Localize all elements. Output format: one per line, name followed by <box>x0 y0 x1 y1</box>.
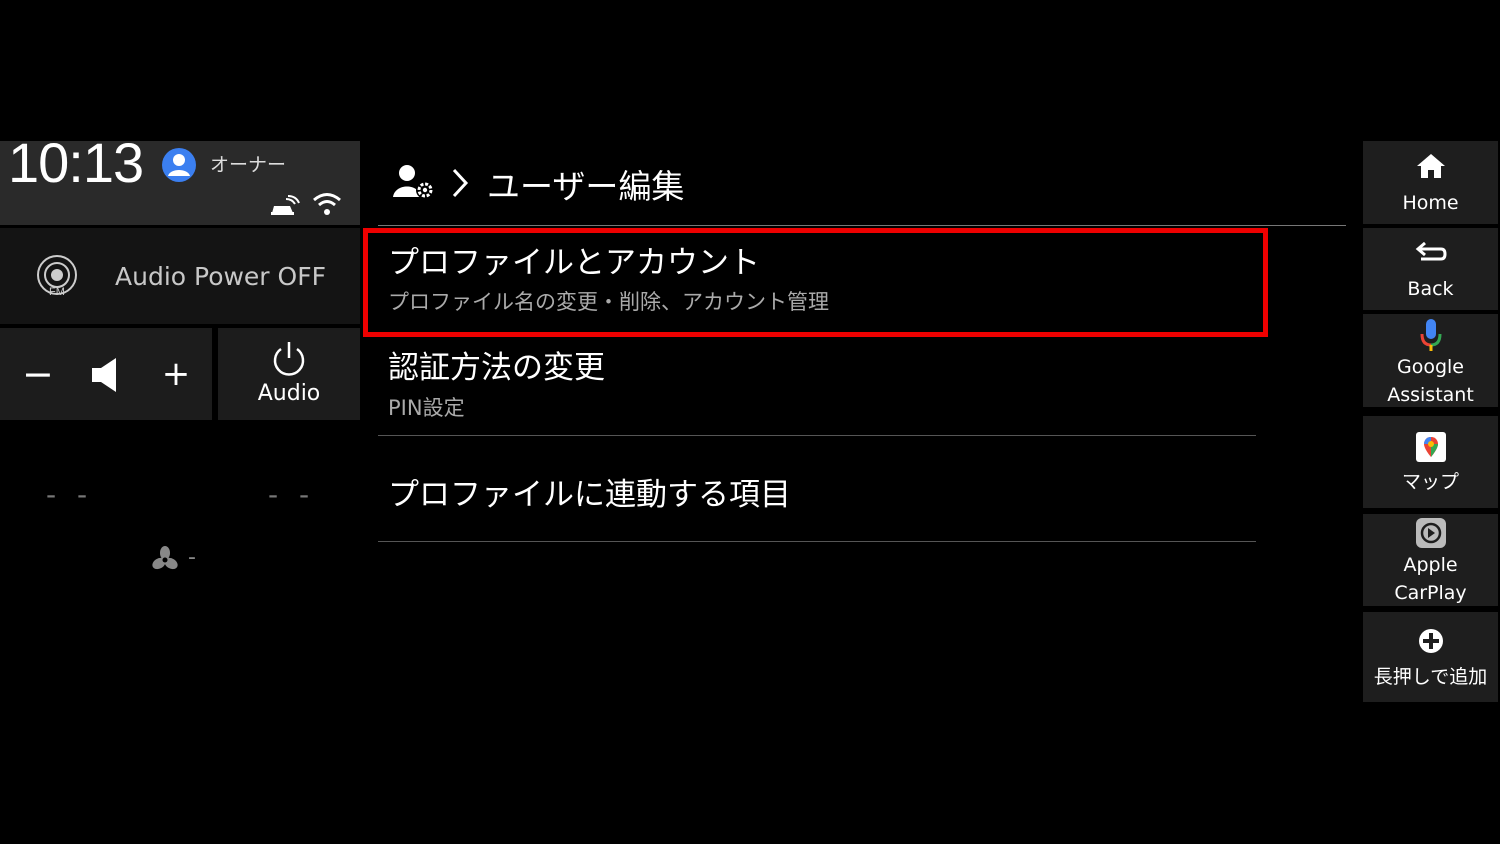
carplay-label-line1: Apple <box>1403 554 1458 576</box>
back-button[interactable]: Back <box>1363 228 1498 310</box>
clock: 10:13 <box>8 131 144 194</box>
home-icon <box>1416 154 1445 178</box>
add-shortcut-label: 長押しで追加 <box>1373 666 1488 688</box>
home-button[interactable]: Home <box>1363 141 1498 224</box>
power-icon <box>273 342 305 376</box>
car-icon <box>271 195 300 215</box>
speaker-icon[interactable] <box>88 356 124 394</box>
wifi-icon <box>313 193 341 215</box>
header-divider <box>378 225 1346 226</box>
volume-down-button[interactable]: − <box>22 346 54 402</box>
carplay-icon <box>1415 518 1446 548</box>
page-title: ユーザー編集 <box>487 167 685 206</box>
maps-icon <box>1415 432 1446 462</box>
menu-item-title: 認証方法の変更 <box>388 350 605 386</box>
audio-button-label: Audio <box>257 381 321 406</box>
menu-item-subtitle: プロファイル名の変更・削除、アカウント管理 <box>388 290 829 314</box>
carplay-label-line2: CarPlay <box>1394 582 1467 604</box>
menu-item-profile-account[interactable]: プロファイルとアカウント プロファイル名の変更・削除、アカウント管理 <box>378 228 1256 332</box>
microphone-icon <box>1420 319 1441 351</box>
user-icon[interactable] <box>161 147 197 183</box>
assistant-label-line1: Google <box>1396 356 1464 378</box>
add-shortcut-button[interactable]: 長押しで追加 <box>1363 612 1498 702</box>
chevron-right-icon <box>452 168 469 198</box>
google-assistant-button[interactable]: Google Assistant <box>1363 314 1498 407</box>
menu-item-subtitle: PIN設定 <box>388 396 465 420</box>
assistant-label-line2: Assistant <box>1387 384 1474 406</box>
fm-label: FM <box>49 286 65 298</box>
home-label: Home <box>1402 192 1459 214</box>
menu-item-title: プロファイルに連動する項目 <box>388 477 791 513</box>
add-circle-icon <box>1418 629 1443 653</box>
list-divider <box>378 435 1256 436</box>
menu-item-linked-items[interactable]: プロファイルに連動する項目 <box>378 437 1256 542</box>
fm-icon: FM <box>37 255 77 298</box>
maps-button[interactable]: マップ <box>1363 416 1498 508</box>
menu-item-auth-method[interactable]: 認証方法の変更 PIN設定 <box>378 332 1256 436</box>
user-settings-icon <box>393 165 434 199</box>
right-temp[interactable]: - - <box>268 478 315 511</box>
back-icon <box>1415 242 1447 261</box>
fan-level: - <box>188 545 196 570</box>
fan-icon[interactable] <box>150 545 180 575</box>
menu-item-title: プロファイルとアカウント <box>388 245 760 281</box>
volume-up-button[interactable]: + <box>160 346 192 402</box>
apple-carplay-button[interactable]: Apple CarPlay <box>1363 514 1498 606</box>
back-label: Back <box>1407 278 1454 300</box>
maps-label: マップ <box>1401 471 1459 493</box>
left-temp[interactable]: - - <box>46 478 93 511</box>
audio-status: Audio Power OFF <box>115 262 326 291</box>
user-name[interactable]: オーナー <box>210 150 286 177</box>
list-divider <box>378 541 1256 542</box>
